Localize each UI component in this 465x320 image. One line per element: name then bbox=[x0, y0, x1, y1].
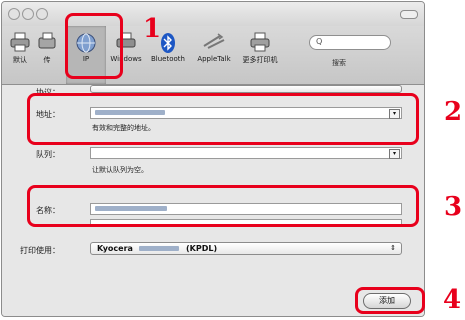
callout-box-4 bbox=[355, 287, 425, 314]
zoom-window-button[interactable] bbox=[36, 8, 48, 20]
minimize-window-button[interactable] bbox=[22, 8, 34, 20]
callout-box-3 bbox=[27, 185, 419, 227]
queue-dropdown-button[interactable]: ▾ bbox=[389, 149, 400, 159]
callout-number-3: 3 bbox=[444, 192, 463, 222]
close-window-button[interactable] bbox=[8, 8, 20, 20]
toolbar-more-printers[interactable]: 更多打印机 bbox=[236, 26, 284, 84]
toolbar-fax-label: 传 bbox=[43, 56, 51, 64]
driver-type: (KPDL) bbox=[186, 244, 218, 253]
callout-number-1: 1 bbox=[143, 14, 162, 44]
print-using-label: 打印使用： bbox=[20, 246, 60, 255]
callout-number-2: 2 bbox=[444, 97, 463, 127]
print-using-popup[interactable]: Kyocera (KPDL) ⇕ bbox=[90, 242, 402, 255]
queue-label: 队列： bbox=[36, 150, 60, 159]
search-input[interactable]: Q bbox=[309, 35, 391, 50]
queue-hint: 让默认队列为空。 bbox=[92, 166, 148, 174]
toolbar-fax[interactable]: 传 bbox=[32, 26, 62, 84]
toolbar-more-printers-label: 更多打印机 bbox=[242, 56, 278, 64]
fax-icon bbox=[38, 32, 56, 49]
callout-box-2 bbox=[27, 93, 419, 145]
appletalk-icon bbox=[203, 33, 225, 49]
printer-icon bbox=[10, 32, 30, 52]
printer-icon bbox=[250, 32, 270, 52]
toolbar-toggle-button[interactable] bbox=[400, 10, 418, 19]
driver-model-redacted bbox=[139, 246, 180, 251]
toolbar-default-label: 默认 bbox=[13, 56, 27, 64]
bluetooth-icon bbox=[161, 33, 175, 53]
callout-number-4: 4 bbox=[443, 285, 462, 315]
callout-box-1 bbox=[65, 13, 123, 79]
toolbar-appletalk-label: AppleTalk bbox=[197, 55, 231, 63]
toolbar-bluetooth-label: Bluetooth bbox=[151, 55, 185, 63]
popup-arrows-icon: ⇕ bbox=[390, 244, 396, 252]
toolbar-default[interactable]: 默认 bbox=[6, 26, 34, 84]
search-icon: Q bbox=[316, 37, 323, 46]
driver-brand: Kyocera bbox=[97, 244, 133, 253]
queue-field[interactable]: ▾ bbox=[90, 147, 402, 159]
protocol-popup[interactable] bbox=[90, 85, 402, 93]
toolbar-appletalk[interactable]: AppleTalk bbox=[192, 26, 236, 84]
search-label: 搜索 bbox=[332, 59, 346, 67]
